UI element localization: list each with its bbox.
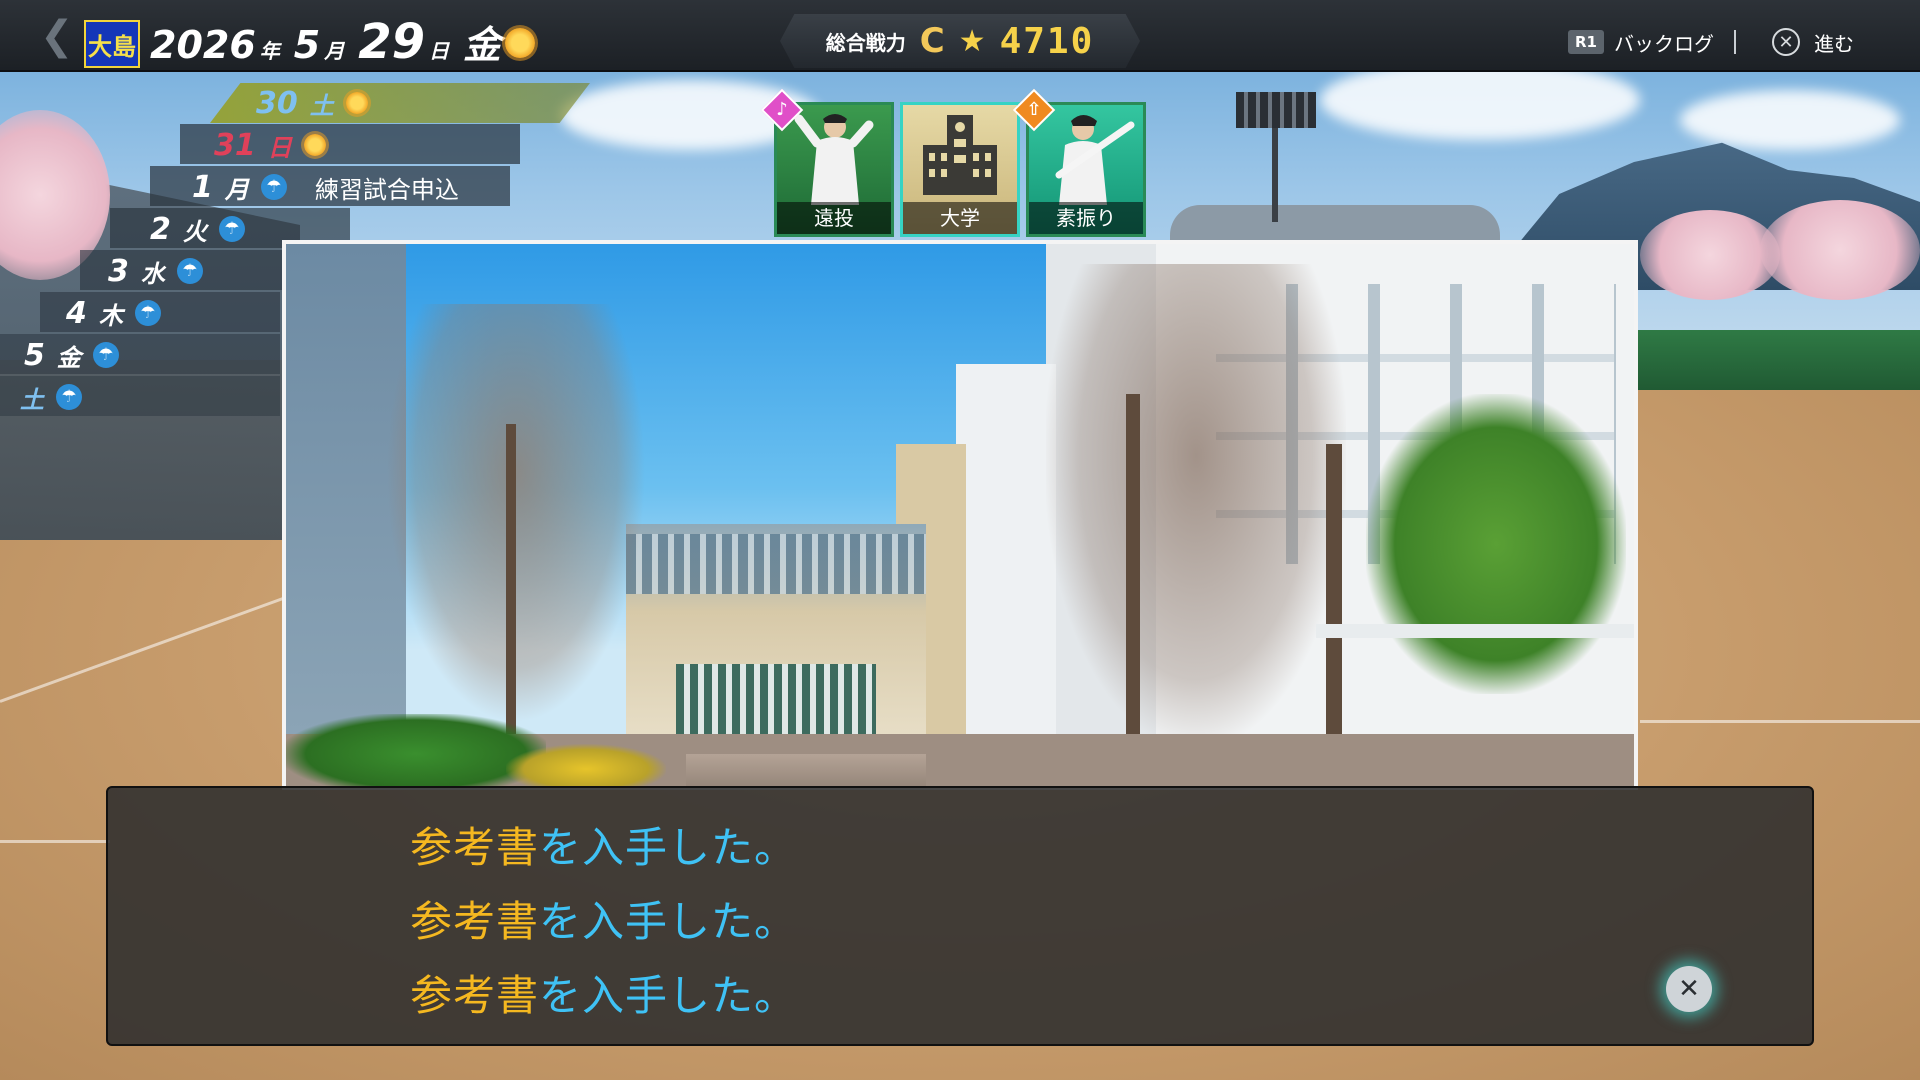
calendar-day: 5 金 ☂ [24, 336, 119, 374]
current-date: 2026 年 5 月 29 日 金 [150, 14, 536, 70]
umbrella-icon: ☂ [260, 174, 287, 200]
divider [1734, 30, 1736, 54]
day-of-week: 土 [20, 385, 44, 414]
year-unit: 年 [259, 39, 280, 63]
power-rank: C [919, 21, 945, 61]
month-unit: 月 [324, 39, 345, 63]
day-number: 2 [150, 211, 171, 247]
calendar-day: 30 土 [256, 84, 368, 122]
card-label: 素振り [1029, 202, 1143, 234]
power-label: 総合戦力 [825, 30, 906, 55]
umbrella-icon: ☂ [92, 342, 119, 368]
star-icon: ★ [958, 23, 986, 59]
card-university[interactable]: 大学 [900, 102, 1020, 237]
sun-icon [345, 92, 368, 114]
month-value: 5 [293, 23, 321, 67]
umbrella-icon: ☂ [176, 258, 203, 284]
day-unit: 日 [429, 39, 450, 63]
calendar-day: 31 日 [214, 126, 326, 164]
team-power-panel: 総合戦力 C ★ 4710 [780, 14, 1140, 68]
message-text: を入手した。 [539, 971, 798, 1020]
school-badge: 大島 [84, 20, 140, 68]
day-of-week: 木 [98, 301, 123, 330]
weekday: 金 [463, 23, 502, 67]
calendar-event: 練習試合申込 [314, 175, 459, 204]
calendar-day: 2 火 ☂ [150, 210, 245, 248]
message-text: を入手した。 [539, 823, 798, 872]
cherry-tree [1640, 210, 1780, 300]
cloud [1320, 60, 1640, 140]
card-label: 遠投 [777, 202, 891, 234]
umbrella-icon: ☂ [134, 300, 161, 326]
day-number: 5 [24, 337, 45, 373]
power-value: 4710 [999, 20, 1095, 62]
backlog-button[interactable]: バックログ [1614, 28, 1714, 57]
sun-icon [303, 134, 326, 156]
top-bar: ❮ 大島 2026 年 5 月 29 日 金 総合戦力 C ★ 4710 R1 … [0, 0, 1920, 72]
card-label: 大学 [903, 202, 1017, 234]
outfield-fence [1630, 330, 1920, 390]
message-dialog [106, 786, 1814, 1046]
message-line: 参考書を入手した。 [410, 814, 797, 875]
day-of-week: 金 [56, 343, 81, 372]
umbrella-icon: ☂ [218, 216, 245, 242]
stadium-light [1236, 92, 1316, 128]
day-of-week: 火 [182, 217, 207, 246]
message-text: を入手した。 [539, 897, 798, 946]
message-line: 参考書を入手した。 [410, 888, 797, 949]
day-number: 30 [256, 85, 298, 121]
r1-button-icon[interactable]: R1 [1568, 30, 1604, 54]
day-value: 29 [358, 14, 426, 70]
event-photo [282, 240, 1638, 790]
item-name: 参考書 [410, 971, 540, 1020]
close-dialog-button[interactable]: ✕ [1666, 966, 1712, 1012]
calendar-day: 土 ☂ [8, 378, 82, 416]
card-long-throw[interactable]: ♪ 遠投 [760, 88, 894, 237]
day-number: 31 [214, 127, 256, 163]
card-batting-practice[interactable]: ⇧ 素振り [1012, 88, 1146, 237]
day-of-week: 日 [267, 133, 292, 162]
back-arrow-icon[interactable]: ❮ [40, 14, 80, 58]
item-name: 参考書 [410, 823, 540, 872]
calendar-day: 1 月 ☂ 練習試合申込 [192, 168, 459, 206]
day-of-week: 土 [309, 91, 334, 120]
umbrella-icon: ☂ [56, 384, 82, 410]
calendar-day: 3 水 ☂ [108, 252, 203, 290]
sun-icon [505, 28, 536, 58]
university-building-icon [923, 115, 997, 195]
cross-button-icon[interactable]: ✕ [1772, 28, 1800, 56]
day-number: 3 [108, 253, 129, 289]
chalk-line [0, 840, 110, 843]
item-name: 参考書 [410, 897, 540, 946]
day-number: 4 [66, 295, 87, 331]
cloud [1680, 90, 1900, 150]
day-of-week: 月 [224, 175, 249, 204]
bleachers [1170, 205, 1500, 245]
message-line: 参考書を入手した。 [410, 962, 797, 1023]
day-number: 1 [192, 169, 213, 205]
calendar-day: 4 木 ☂ [66, 294, 161, 332]
chalk-line [1640, 720, 1920, 723]
year-value: 2026 [150, 23, 256, 67]
cherry-tree [1760, 200, 1920, 300]
day-of-week: 水 [140, 259, 165, 288]
advance-button[interactable]: 進む [1814, 28, 1854, 57]
